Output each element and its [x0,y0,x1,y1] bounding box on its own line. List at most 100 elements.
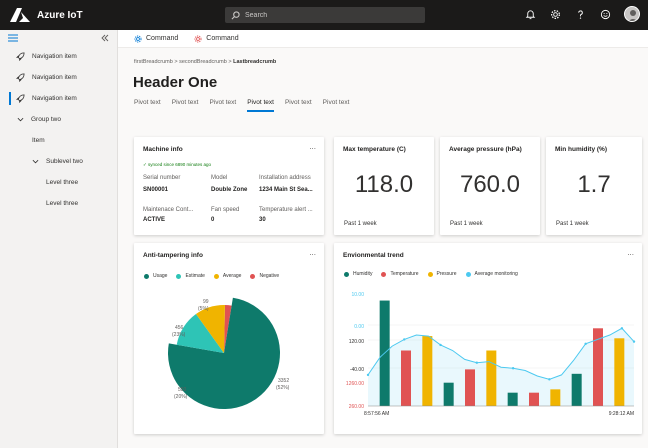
average-point[interactable] [548,378,551,381]
brand[interactable]: Azure IoT [10,8,225,22]
command-button-1[interactable]: Command [134,34,178,43]
sidebar-item-label: Level three [46,200,79,207]
average-point[interactable] [620,327,624,330]
search-box[interactable] [225,7,425,23]
sidebar-item-navigation-2[interactable]: Navigation item [0,67,117,88]
legend-label: Pressure [436,271,457,277]
chevron-down-icon [32,159,39,164]
breadcrumb-item[interactable]: secondBreadcrumb [179,59,227,65]
bar-pressure[interactable] [486,350,497,407]
bar-humidity[interactable] [443,382,454,406]
command-button-2[interactable]: Command [194,34,239,43]
bar-temperature[interactable] [593,328,603,406]
sidebar-item-item[interactable]: Item [0,130,117,151]
legend-item-humidity[interactable]: Humidity [344,271,372,277]
collapse-icon[interactable] [101,34,109,42]
avatar[interactable] [624,6,640,22]
breadcrumb-item[interactable]: firstBreadcrumb [134,59,173,65]
legend-swatch [250,273,256,279]
pie-label-usage-value: 3352 [278,378,289,384]
breadcrumb-separator: > [174,59,178,65]
legend-item-average[interactable]: Average [213,273,241,279]
bar-temperature[interactable] [465,369,475,406]
y-tick-label: 120.00 [349,339,365,345]
pie-label-negative-percent: (5%) [198,306,209,312]
bar-pressure[interactable] [614,338,625,406]
legend-label: Estimate [185,273,205,279]
bell-icon[interactable] [524,8,536,20]
average-point[interactable] [403,338,406,341]
command-label: Command [206,35,239,42]
azure-logo-icon [10,8,30,22]
sidebar-item-navigation-1[interactable]: Navigation item [0,46,117,67]
legend-item-usage[interactable]: Usage [144,273,167,279]
average-point[interactable] [439,343,442,347]
breadcrumb-current: Lastbreadcrumb [233,59,277,65]
legend-swatch [213,273,219,279]
tab-pivot-1[interactable]: Pivot text [134,99,161,112]
legend-item-temperature[interactable]: Temperature [381,271,419,277]
sidebar-item-navigation-3[interactable]: Navigation item [0,88,117,109]
legend-item-estimate[interactable]: Estimate [176,273,205,279]
machine-info-card: Machine info ... ✓ synced since 6890 min… [134,137,324,235]
app-title: Azure IoT [37,9,83,21]
sidebar-group-two[interactable]: Group two [0,109,117,130]
more-icon[interactable]: ... [627,248,634,257]
pie-label-average-value: 456 [175,325,184,331]
kpi-card-min-humidity: Min humidity (%) 1.7 Past 1 week [546,137,642,235]
legend-label: Humidity [353,271,373,277]
legend-swatch [465,271,471,277]
hamburger-icon[interactable] [8,34,18,42]
legend-item-average-monitoring[interactable]: Average monitoring [465,271,518,277]
average-point[interactable] [475,361,479,364]
more-icon[interactable]: ... [309,142,316,151]
y-tick-label: 1260.00 [346,381,364,387]
gear-icon [134,34,142,43]
bar-humidity[interactable] [571,373,582,406]
sidebar-item-level-three-2[interactable]: Level three [0,193,117,214]
field-label: Temperature alert ... [259,207,313,213]
bar-temperature[interactable] [401,350,411,407]
sidebar: Navigation item Navigation item Navigati… [0,30,118,448]
help-icon[interactable] [574,8,586,20]
gear-icon[interactable] [549,8,561,20]
bar-pressure[interactable] [422,336,433,406]
kpi-value: 1.7 [577,171,611,198]
tab-pivot-3[interactable]: Pivot text [209,99,236,112]
search-input[interactable] [245,11,415,19]
average-point[interactable] [366,373,370,377]
field-value: 1234 Main St Sea... [259,187,313,193]
top-bar: Azure IoT [0,0,648,30]
environmental-trend-card: Envionmental trend ... Humidity Temperat… [334,243,642,434]
legend-item-negative[interactable]: Negative [250,273,279,279]
pie-chart: 3352 (52%) 550 (20%) 456 (23%) 99 (5%) [168,297,290,409]
pie-label-usage-percent: (52%) [276,385,290,391]
pie-label-average-percent: (23%) [172,332,186,338]
legend-swatch [144,273,149,279]
tab-pivot-6[interactable]: Pivot text [323,99,350,112]
average-point[interactable] [584,342,587,346]
sidebar-item-label: Level three [46,179,79,186]
sidebar-item-level-three-1[interactable]: Level three [0,172,117,193]
tab-pivot-4[interactable]: Pivot text [247,99,274,112]
smiley-icon[interactable] [599,8,611,20]
bar-humidity[interactable] [507,392,518,406]
bar-pressure[interactable] [550,389,561,406]
trend-chart: 10.00 0.00 120.00 -40.00 1260.00 260.00 … [346,292,636,417]
legend-item-pressure[interactable]: Pressure [427,271,457,277]
tab-pivot-2[interactable]: Pivot text [172,99,199,112]
legend-swatch [176,273,182,279]
sidebar-item-label: Item [32,137,45,144]
kpi-value: 760.0 [459,171,521,198]
average-point[interactable] [511,367,515,370]
more-icon[interactable]: ... [309,248,316,257]
kpi-footer: Past 1 week [556,221,589,227]
bar-temperature[interactable] [529,392,539,406]
sidebar-sublevel-two[interactable]: Sublevel two [0,151,117,172]
legend-label: Temperature [390,271,419,277]
card-title: Min humidity (%) [555,146,607,153]
pivot-tabs: Pivot text Pivot text Pivot text Pivot t… [134,99,349,112]
average-point[interactable] [632,340,636,343]
tab-pivot-5[interactable]: Pivot text [285,99,312,112]
breadcrumb-separator: > [228,59,232,65]
